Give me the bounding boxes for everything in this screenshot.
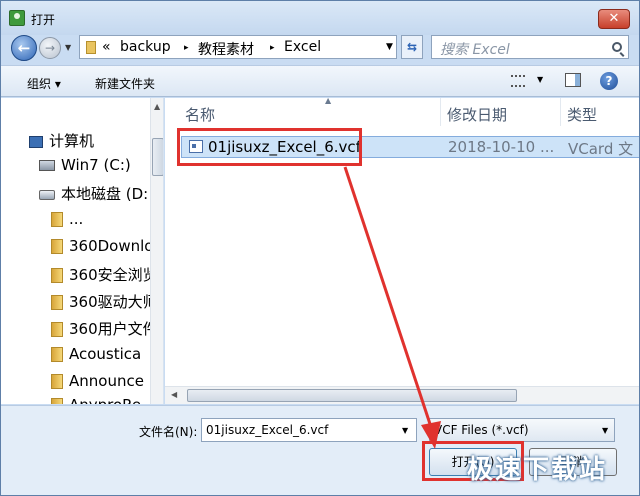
folder-icon	[51, 398, 63, 404]
refresh-button[interactable]: ⇆	[401, 35, 423, 59]
close-button[interactable]: ✕	[598, 9, 630, 29]
windows-drive-icon	[39, 160, 55, 171]
folder-icon	[51, 239, 63, 254]
sidebar-scrollbar[interactable]: ▲	[150, 98, 163, 404]
command-toolbar: 组织 ▾ 新建文件夹 ▼ ?	[1, 65, 639, 97]
back-button[interactable]: ←	[11, 35, 37, 61]
scrollbar-thumb[interactable]	[152, 138, 163, 176]
breadcrumb-tutorial[interactable]: 教程素材	[198, 39, 254, 59]
app-icon	[9, 10, 25, 26]
breadcrumb-prefix[interactable]: «	[102, 39, 111, 55]
sidebar-item-local-disk-d[interactable]: 本地磁盘 (D:	[39, 183, 148, 203]
preview-pane-icon[interactable]	[565, 73, 581, 87]
search-icon[interactable]	[612, 42, 622, 52]
title-bar: 打开 ✕	[1, 1, 639, 35]
filter-dropdown-icon[interactable]: ▼	[602, 426, 608, 435]
sidebar-item-folder[interactable]: Acoustica	[51, 345, 141, 365]
filename-input[interactable]: 01jisuxz_Excel_6.vcf ▼	[201, 418, 417, 442]
navigation-bar: ← → ▼ « backup ▸ 教程素材 ▸ Excel ▼ ⇆ 搜索 Exc…	[1, 35, 639, 63]
drive-icon	[39, 189, 55, 200]
file-highlight-box	[177, 128, 362, 166]
navigation-pane: 计算机 Win7 (C:) 本地磁盘 (D: ... 360Downlo 360…	[1, 98, 164, 404]
filename-dropdown-icon[interactable]: ▼	[402, 426, 408, 435]
folder-icon	[51, 322, 63, 337]
file-type: VCard 文	[568, 140, 634, 158]
file-date: 2018-10-10 ...	[448, 138, 555, 156]
file-type-filter[interactable]: VCF Files (*.vcf) ▼	[429, 418, 615, 442]
forward-button[interactable]: →	[39, 37, 61, 59]
folder-icon	[51, 295, 63, 310]
sidebar-item-folder[interactable]: Announce	[51, 372, 144, 392]
breadcrumb-backup[interactable]: backup	[120, 39, 171, 55]
watermark-text: 极速下载站	[467, 455, 608, 485]
breadcrumb-separator[interactable]: ▸	[184, 43, 189, 53]
search-box[interactable]: 搜索 Excel	[431, 35, 629, 59]
sidebar-item-win7[interactable]: Win7 (C:)	[39, 156, 131, 176]
breadcrumb-separator[interactable]: ▸	[270, 43, 275, 53]
breadcrumb-excel[interactable]: Excel	[284, 39, 321, 55]
window-title: 打开	[31, 13, 56, 27]
sidebar-item-folder[interactable]: 360用户文件	[51, 318, 158, 338]
view-options-icon[interactable]	[511, 75, 525, 87]
folder-icon	[86, 41, 96, 54]
folder-icon	[51, 374, 63, 389]
open-file-dialog: 打开 ✕ ← → ▼ « backup ▸ 教程素材 ▸ Excel ▼ ⇆ 搜…	[0, 0, 640, 496]
scrollbar-thumb[interactable]	[187, 389, 517, 402]
search-placeholder: 搜索 Excel	[440, 42, 510, 58]
sort-ascending-icon: ▲	[325, 98, 332, 105]
folder-icon	[51, 268, 63, 283]
organize-button[interactable]: 组织 ▾	[27, 75, 61, 92]
column-header-name[interactable]: ▲ 名称	[185, 98, 441, 126]
file-list-hscrollbar[interactable]: ◀	[165, 386, 639, 404]
new-folder-button[interactable]: 新建文件夹	[95, 75, 155, 92]
computer-icon	[29, 135, 43, 148]
address-dropdown-icon[interactable]: ▼	[386, 42, 393, 52]
scroll-left-icon[interactable]: ◀	[171, 390, 177, 399]
help-icon[interactable]: ?	[600, 72, 618, 90]
sidebar-item-folder[interactable]: AnyproRe	[51, 396, 141, 404]
view-dropdown-icon[interactable]: ▼	[537, 75, 543, 84]
column-header-date[interactable]: 修改日期	[447, 98, 561, 126]
folder-icon	[51, 347, 63, 362]
folder-icon	[51, 212, 63, 227]
address-bar[interactable]: « backup ▸ 教程素材 ▸ Excel ▼	[79, 35, 397, 59]
sidebar-item-computer[interactable]: 计算机	[29, 130, 94, 150]
sidebar-item-folder[interactable]: 360安全浏览	[51, 264, 158, 284]
recent-pages-dropdown-icon[interactable]: ▼	[65, 43, 71, 52]
sidebar-item-folder[interactable]: 360Downlo	[51, 237, 153, 257]
sidebar-item-folder[interactable]: 360驱动大师	[51, 291, 158, 311]
filename-label: 文件名(N):	[139, 425, 198, 439]
column-header-type[interactable]: 类型	[567, 98, 639, 126]
sidebar-item-folder[interactable]: ...	[51, 210, 83, 230]
scroll-up-icon[interactable]: ▲	[154, 102, 160, 111]
